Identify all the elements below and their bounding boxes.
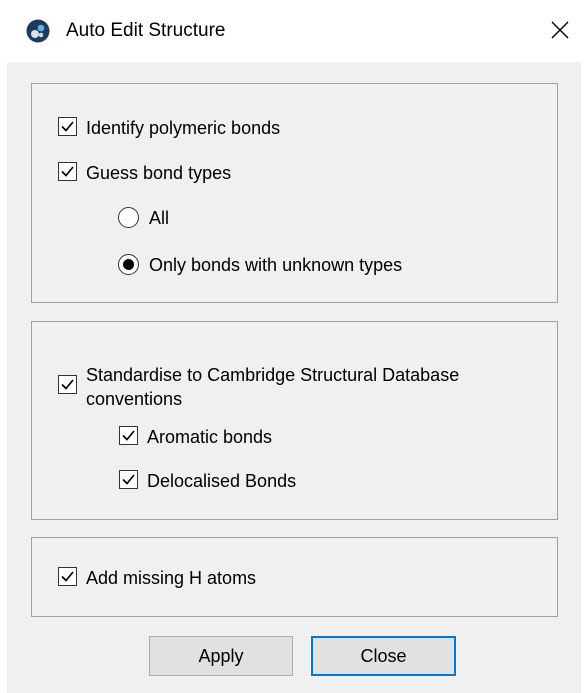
radio-selected-dot	[123, 259, 134, 270]
guess-bond-types-checkbox[interactable]	[58, 162, 77, 181]
radio-all-label: All	[149, 208, 170, 228]
guess-bond-types-option[interactable]: Guess bond types	[58, 162, 231, 184]
apply-button[interactable]: Apply	[149, 636, 293, 676]
close-button[interactable]: Close	[311, 636, 456, 676]
identify-polymeric-bonds-option[interactable]: Identify polymeric bonds	[58, 117, 280, 139]
aromatic-bonds-option[interactable]: Aromatic bonds	[119, 426, 272, 448]
standardise-label-line2: conventions	[86, 389, 183, 409]
delocalised-bonds-checkbox[interactable]	[119, 470, 138, 489]
identify-polymeric-bonds-label: Identify polymeric bonds	[86, 118, 281, 138]
standardise-checkbox[interactable]	[58, 375, 77, 394]
radio-unknown-types-option[interactable]: Only bonds with unknown types	[118, 254, 402, 276]
dialog-body: Identify polymeric bonds Guess bond type…	[7, 62, 581, 693]
add-missing-h-label: Add missing H atoms	[86, 568, 257, 588]
title-bar: Auto Edit Structure	[0, 0, 588, 62]
checkmark-icon	[122, 430, 135, 441]
checkmark-icon	[61, 379, 74, 390]
bond-detection-group: Identify polymeric bonds Guess bond type…	[31, 83, 558, 303]
aromatic-bonds-label: Aromatic bonds	[147, 427, 273, 447]
standardise-option[interactable]: Standardise to Cambridge Structural Data…	[58, 363, 459, 411]
hydrogen-group: Add missing H atoms	[31, 537, 558, 617]
checkmark-icon	[61, 121, 74, 132]
delocalised-bonds-label: Delocalised Bonds	[147, 471, 297, 491]
ccdc-logo-icon	[26, 19, 50, 43]
radio-all-option[interactable]: All	[118, 207, 169, 229]
add-missing-h-checkbox[interactable]	[58, 567, 77, 586]
add-missing-h-option[interactable]: Add missing H atoms	[58, 567, 256, 589]
aromatic-bonds-checkbox[interactable]	[119, 426, 138, 445]
radio-all[interactable]	[118, 207, 139, 228]
standardise-label: Standardise to Cambridge Structural Data…	[86, 363, 459, 411]
radio-unknown-types[interactable]	[118, 254, 139, 275]
checkmark-icon	[122, 474, 135, 485]
delocalised-bonds-option[interactable]: Delocalised Bonds	[119, 470, 296, 492]
radio-unknown-types-label: Only bonds with unknown types	[149, 255, 403, 275]
checkmark-icon	[61, 166, 74, 177]
checkmark-icon	[61, 571, 74, 582]
standardisation-group: Standardise to Cambridge Structural Data…	[31, 321, 558, 520]
standardise-label-line1: Standardise to Cambridge Structural Data…	[86, 365, 460, 385]
guess-bond-types-label: Guess bond types	[86, 163, 232, 183]
identify-polymeric-bonds-checkbox[interactable]	[58, 117, 77, 136]
window-title: Auto Edit Structure	[66, 20, 226, 41]
close-icon[interactable]	[550, 20, 570, 40]
